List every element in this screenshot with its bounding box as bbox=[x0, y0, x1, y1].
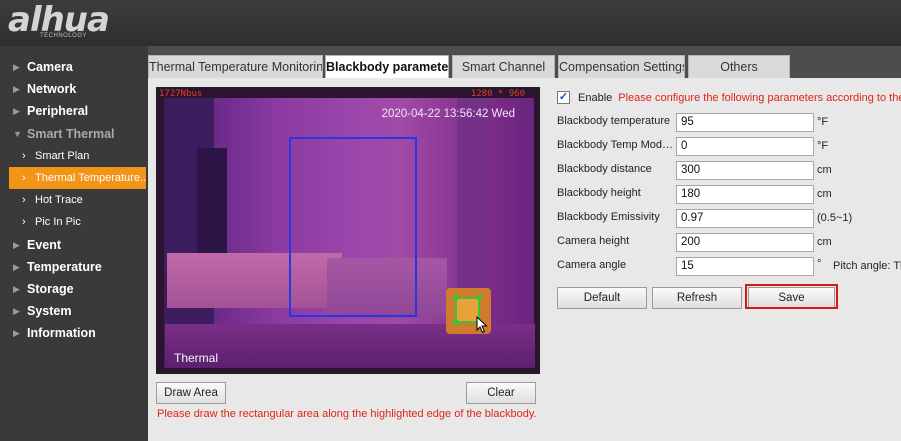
sidebar-item-label: Event bbox=[27, 237, 62, 252]
sidebar-item-label: Storage bbox=[27, 281, 74, 296]
sidebar-item-event[interactable]: ▶ Event bbox=[0, 234, 148, 256]
unit-label: cm bbox=[817, 188, 832, 200]
draw-area-button[interactable]: Draw Area bbox=[156, 382, 226, 404]
chevron-right-icon: › bbox=[22, 194, 26, 207]
timestamp: 2020-04-22 13:56:42 Wed bbox=[381, 108, 515, 120]
tab-thermal-temperature-monitoring[interactable]: Thermal Temperature Monitoring bbox=[148, 55, 323, 78]
sidebar-item-peripheral[interactable]: ▶ Peripheral bbox=[0, 100, 148, 122]
refresh-button[interactable]: Refresh bbox=[652, 287, 742, 309]
caret-right-icon: ▶ bbox=[13, 261, 20, 272]
unit-label: ° bbox=[817, 258, 822, 270]
unit-label: (0.5~1) bbox=[817, 212, 853, 224]
thermal-shadow-region bbox=[197, 148, 227, 268]
sidebar-item-network[interactable]: ▶ Network bbox=[0, 78, 148, 100]
brand-tagline: TECHNOLOGY bbox=[40, 33, 88, 39]
tab-compensation-settings[interactable]: Compensation Settings bbox=[558, 55, 685, 78]
caret-right-icon: ▶ bbox=[13, 84, 20, 95]
unit-label: °F bbox=[817, 140, 829, 152]
blackbody-handle[interactable] bbox=[453, 320, 458, 325]
sidebar-item-label: Network bbox=[27, 82, 77, 97]
caret-down-icon: ▼ bbox=[13, 128, 22, 139]
blackbody-distance-input[interactable]: 300 bbox=[676, 161, 814, 180]
sidebar-subitem-pic-in-pic[interactable]: › Pic In Pic bbox=[0, 211, 148, 233]
chevron-right-icon: › bbox=[22, 171, 26, 184]
enable-row: ✓ Enable Please configure the following … bbox=[557, 91, 901, 104]
channel-label: Thermal bbox=[174, 351, 219, 365]
blackbody-handle[interactable] bbox=[453, 295, 458, 300]
caret-right-icon: ▶ bbox=[13, 62, 20, 72]
sidebar-item-system[interactable]: ▶ System bbox=[0, 300, 148, 322]
blackbody-emissivity-input[interactable]: 0.97 bbox=[676, 209, 814, 228]
sidebar-item-label: Camera bbox=[27, 60, 73, 74]
sidebar-subitem-hot-trace[interactable]: › Hot Trace bbox=[0, 189, 148, 211]
sidebar-subitem-thermal-temperature[interactable]: › Thermal Temperature... bbox=[9, 166, 146, 190]
sidebar-item-smart-thermal[interactable]: ▼ Smart Thermal bbox=[0, 123, 148, 145]
default-button[interactable]: Default bbox=[557, 287, 647, 309]
caret-right-icon: ▶ bbox=[13, 283, 20, 294]
camera-height-input[interactable]: 200 bbox=[676, 233, 814, 252]
sidebar-item-storage[interactable]: ▶ Storage bbox=[0, 278, 148, 300]
sidebar-item-camera[interactable]: ▶ Camera bbox=[0, 56, 148, 78]
blackbody-handle[interactable] bbox=[477, 295, 482, 300]
sidebar-subitem-label: Pic In Pic bbox=[35, 216, 81, 229]
top-header: alhua TECHNOLOGY bbox=[0, 0, 901, 46]
sidebar-subitem-smart-plan[interactable]: › Smart Plan bbox=[0, 145, 148, 167]
caret-right-icon: ▶ bbox=[13, 239, 20, 250]
sidebar-item-label: System bbox=[27, 304, 72, 319]
sidebar-subitem-label: Hot Trace bbox=[35, 194, 83, 207]
enable-label: Enable bbox=[578, 91, 613, 104]
caret-right-icon: ▶ bbox=[13, 306, 20, 317]
label-blackbody-height: Blackbody height bbox=[557, 187, 641, 199]
blackbody-temp-modification-input[interactable]: 0 bbox=[676, 137, 814, 156]
unit-label: cm bbox=[817, 236, 832, 248]
label-camera-height: Camera height bbox=[557, 235, 630, 247]
unit-label: cm bbox=[817, 164, 832, 176]
camera-angle-input[interactable]: 15 bbox=[676, 257, 814, 276]
sidebar-item-label: Information bbox=[27, 326, 96, 341]
chevron-right-icon: › bbox=[22, 216, 26, 229]
save-highlight bbox=[745, 284, 838, 309]
sidebar-item-label: Peripheral bbox=[27, 104, 89, 119]
sidebar-item-information[interactable]: ▶ Information bbox=[0, 322, 148, 344]
thermal-shadow-region bbox=[457, 98, 487, 298]
clear-button[interactable]: Clear bbox=[466, 382, 536, 404]
tab-blackbody-parameter[interactable]: Blackbody parameter bbox=[325, 55, 449, 78]
unit-label: °F bbox=[817, 116, 829, 128]
pitch-angle-note: Pitch angle: Th bbox=[833, 260, 901, 272]
label-blackbody-temp-modification: Blackbody Temp Modification bbox=[557, 139, 675, 151]
overlay-left-text: 1727Nbus bbox=[159, 89, 203, 99]
hint-text: Please draw the rectangular area along t… bbox=[157, 408, 537, 420]
detection-area-rect[interactable] bbox=[289, 137, 417, 317]
sidebar-item-temperature[interactable]: ▶ Temperature bbox=[0, 256, 148, 278]
tab-smart-channel[interactable]: Smart Channel bbox=[452, 55, 555, 78]
caret-right-icon: ▶ bbox=[13, 106, 20, 117]
chevron-right-icon: › bbox=[22, 149, 26, 162]
sidebar: ▶ Camera ▶ Network ▶ Peripheral ▼ Smart Ther… bbox=[0, 46, 148, 441]
label-blackbody-distance: Blackbody distance bbox=[557, 163, 652, 175]
label-camera-angle: Camera angle bbox=[557, 259, 627, 271]
mouse-cursor-icon bbox=[476, 316, 488, 334]
enable-checkbox[interactable]: ✓ bbox=[557, 91, 570, 104]
caret-right-icon: ▶ bbox=[13, 328, 20, 339]
blackbody-height-input[interactable]: 180 bbox=[676, 185, 814, 204]
enable-note: Please configure the following parameter… bbox=[618, 91, 901, 104]
overlay-right-text: 1280 * 960 bbox=[470, 89, 525, 99]
thermal-preview[interactable]: 1727Nbus 1280 * 960 2020-04-22 13:56:42 … bbox=[156, 87, 540, 374]
sidebar-item-label: Temperature bbox=[27, 259, 102, 274]
sidebar-subitem-label: Smart Plan bbox=[35, 149, 90, 162]
tab-others[interactable]: Others bbox=[688, 55, 790, 78]
label-blackbody-temperature: Blackbody temperature bbox=[557, 115, 671, 127]
label-blackbody-emissivity: Blackbody Emissivity bbox=[557, 211, 660, 223]
sidebar-subitem-label: Thermal Temperature... bbox=[35, 171, 146, 184]
blackbody-temperature-input[interactable]: 95 bbox=[676, 113, 814, 132]
sidebar-item-label: Smart Thermal bbox=[27, 126, 115, 141]
